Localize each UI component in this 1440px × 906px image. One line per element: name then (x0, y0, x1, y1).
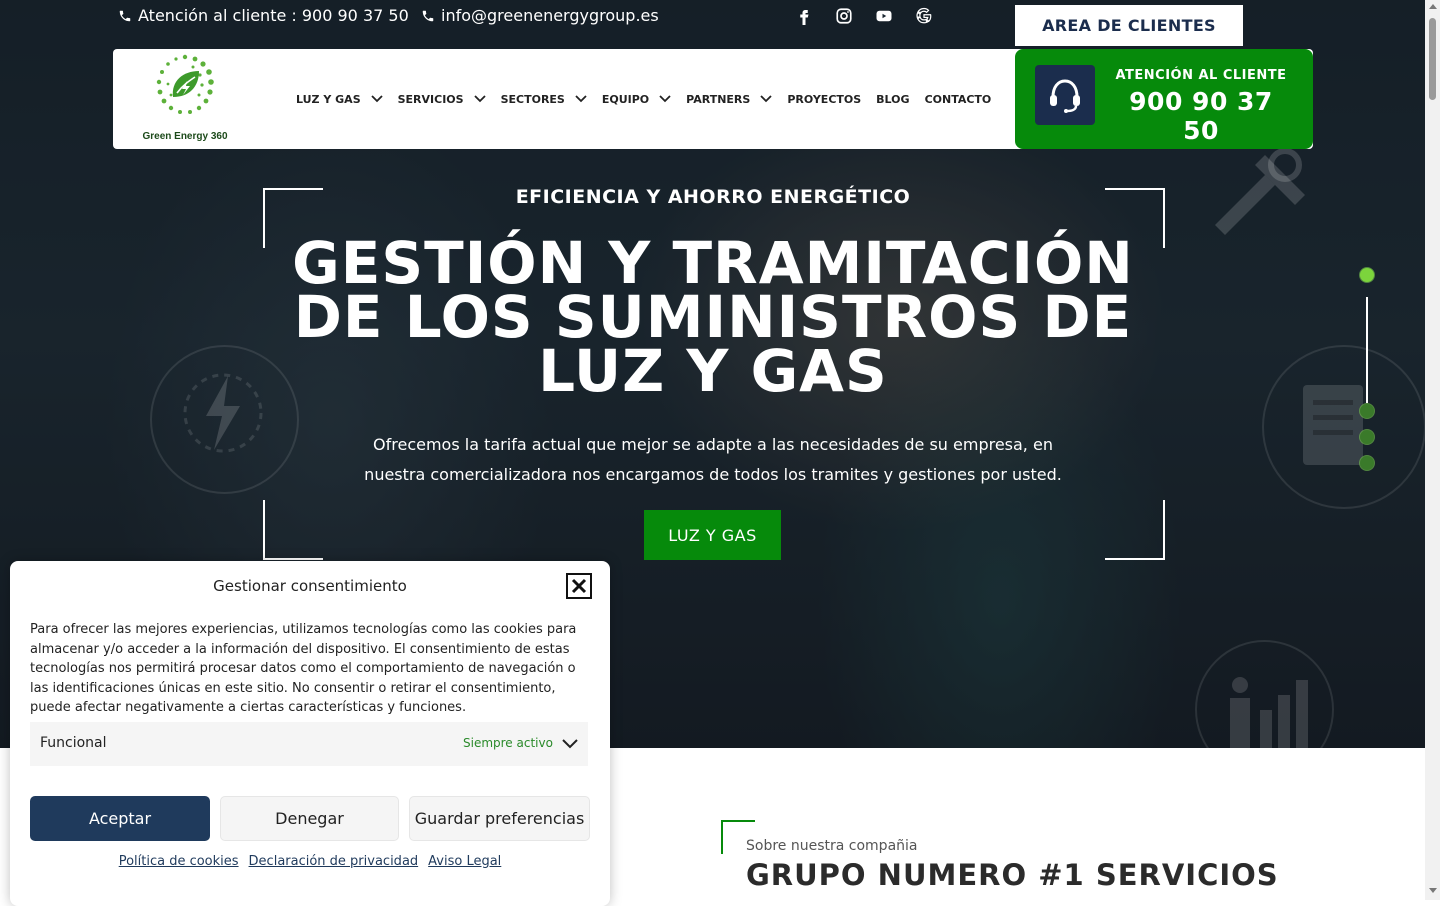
consent-category-functional[interactable]: Funcional Siempre activo (30, 722, 588, 766)
support-box[interactable]: ATENCIÓN AL CLIENTE 900 90 37 50 (1015, 49, 1313, 149)
chevron-down-icon (473, 95, 486, 103)
support-phone: 900 90 37 50 (1129, 87, 1273, 145)
person-chart-icon (1230, 677, 1308, 748)
frame-corner-bottom-left (263, 500, 323, 560)
nav-item-label: EQUIPO (601, 92, 650, 106)
nav-item-luz-y-gas[interactable]: LUZ Y GAS (296, 93, 383, 106)
consent-links: Política de cookies Declaración de priva… (10, 854, 610, 869)
slider-dot-1[interactable] (1360, 268, 1374, 282)
nav-item-proyectos[interactable]: PROYECTOS (787, 93, 861, 106)
hero-eyebrow: EFICIENCIA Y AHORRO ENERGÉTICO (515, 186, 911, 208)
slider-dot-3[interactable] (1360, 430, 1374, 444)
green-energy-logo[interactable]: Green Energy 360 (133, 51, 237, 147)
slider-progress-line (1366, 297, 1368, 403)
nav-item-blog[interactable]: BLOG (876, 93, 909, 106)
nav-item-label: PROYECTOS (787, 92, 862, 106)
nav-item-partners[interactable]: PARTNERS (686, 93, 772, 106)
youtube-icon[interactable] (872, 4, 896, 28)
consent-category-label: Funcional (40, 735, 107, 751)
nav-item-label: PARTNERS (686, 92, 751, 106)
logo-emblem-icon (156, 54, 214, 114)
accept-button[interactable]: Aceptar (30, 796, 210, 841)
hero-description-line: nuestra comercializadora nos encargamos … (364, 465, 1062, 484)
facebook-icon[interactable] (792, 4, 816, 28)
nav-item-label: BLOG (876, 92, 910, 106)
chevron-down-icon (659, 95, 671, 103)
slider-dot-4[interactable] (1360, 456, 1374, 470)
topbar-email-text: info@greenenergygroup.es (441, 6, 659, 25)
page-scrollbar[interactable] (1425, 0, 1440, 900)
nav-item-label: SERVICIOS (397, 92, 464, 106)
headset-icon (1035, 65, 1095, 125)
lightning-icon (183, 373, 263, 453)
area-clientes-button[interactable]: AREA DE CLIENTES (1015, 5, 1243, 46)
nav-item-equipo[interactable]: EQUIPO (602, 93, 671, 106)
tools-icon (1215, 148, 1305, 235)
chevron-down-icon (575, 95, 587, 103)
close-icon[interactable] (566, 573, 592, 599)
slider-dot-2[interactable] (1360, 404, 1374, 418)
consent-text: Para ofrecer las mejores experiencias, u… (30, 622, 577, 715)
hero-title: GESTIÓN Y TRAMITACIÓN DE LOS SUMINISTROS… (263, 229, 1163, 405)
main-nav: LUZ Y GAS SERVICIOS SECTORES EQUIPO PARTNERS… (296, 49, 1006, 149)
topbar-phone-text: Atención al cliente : 900 90 37 50 (138, 6, 409, 25)
about-subtitle: Sobre nuestra compañia (746, 838, 918, 854)
google-icon[interactable] (912, 4, 936, 28)
topbar-email[interactable]: info@greenenergygroup.es (421, 6, 659, 25)
chevron-down-icon[interactable] (562, 738, 578, 750)
hero-title-line: DE LOS SUMINISTROS DE (293, 283, 1133, 351)
hero-description-line: Ofrecemos la tarifa actual que mejor se … (373, 435, 1053, 454)
scroll-up-arrow-icon[interactable] (1429, 4, 1437, 9)
hero-title-line: LUZ Y GAS (538, 337, 888, 405)
about-title: GRUPO NUMERO #1 SERVICIOS (746, 858, 1279, 892)
document-icon (1303, 385, 1363, 465)
save-preferences-button[interactable]: Guardar preferencias (409, 796, 590, 841)
phone-icon (422, 10, 434, 21)
chevron-down-icon (370, 95, 383, 103)
consent-category-status: Siempre activo (463, 736, 553, 750)
frame-corner-bottom-right (1105, 500, 1165, 560)
legal-notice-link[interactable]: Aviso Legal (428, 854, 501, 869)
hero-title-line: GESTIÓN Y TRAMITACIÓN (292, 229, 1134, 297)
nav-item-contacto[interactable]: CONTACTO (925, 93, 992, 106)
nav-item-sectores[interactable]: SECTORES (501, 93, 587, 106)
nav-item-label: SECTORES (500, 92, 565, 106)
support-label: ATENCIÓN AL CLIENTE (1115, 68, 1287, 83)
nav-item-label: LUZ Y GAS (296, 92, 361, 106)
nav-item-label: CONTACTO (924, 92, 992, 106)
privacy-statement-link[interactable]: Declaración de privacidad (249, 854, 419, 869)
hero-description: Ofrecemos la tarifa actual que mejor se … (353, 430, 1073, 490)
scroll-down-arrow-icon[interactable] (1429, 888, 1437, 893)
cookie-policy-link[interactable]: Política de cookies (119, 854, 239, 869)
logo-text: Green Energy 360 (142, 131, 228, 142)
nav-item-servicios[interactable]: SERVICIOS (398, 93, 486, 106)
chevron-down-icon (760, 95, 772, 103)
cookie-consent-dialog: Gestionar consentimiento Para ofrecer la… (10, 561, 610, 906)
consent-title: Gestionar consentimiento (213, 577, 407, 595)
deny-button[interactable]: Denegar (220, 796, 399, 841)
hero-cta-button[interactable]: LUZ Y GAS (644, 510, 781, 560)
phone-icon (119, 10, 131, 21)
topbar-phone[interactable]: Atención al cliente : 900 90 37 50 (118, 6, 409, 25)
instagram-icon[interactable] (832, 4, 856, 28)
scrollbar-thumb[interactable] (1429, 18, 1436, 100)
